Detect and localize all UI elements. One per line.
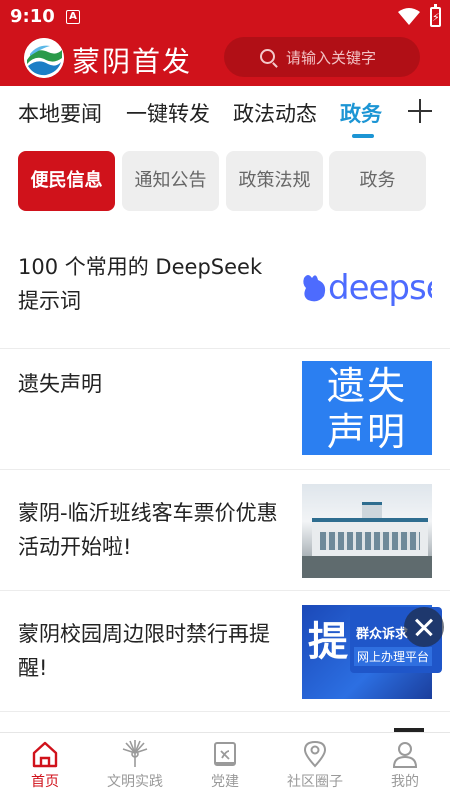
wifi-icon (398, 8, 420, 25)
news-thumbnail (302, 484, 432, 578)
app-title: 蒙阴首发 (72, 45, 193, 78)
nav-label: 党建 (211, 774, 239, 790)
status-bar: 9:10 A ⚡ (0, 0, 450, 34)
nav-party-building[interactable]: 党建 (180, 733, 270, 797)
floating-ad-line1: 群众诉求 (356, 627, 409, 642)
list-item[interactable]: 蒙阴-临沂班线客车票价优惠活动开始啦! (0, 470, 450, 591)
nav-civilization-practice[interactable]: 文明实践 (90, 733, 180, 797)
close-icon[interactable] (404, 607, 444, 647)
list-item[interactable]: 遗失声明 遗失 声明 (0, 349, 450, 470)
tab-government-affairs[interactable]: 政务 (340, 98, 382, 128)
whale-icon (303, 275, 326, 302)
news-title: 遗失声明 (18, 372, 102, 396)
nav-label: 首页 (31, 774, 59, 790)
location-pin-icon (303, 740, 327, 768)
user-icon (392, 742, 418, 768)
app-header: 9:10 A ⚡ 蒙阴首发 请输入关键字 (0, 0, 450, 86)
news-thumbnail: deepse (302, 240, 432, 334)
subtab-notices[interactable]: 通知公告 (122, 151, 219, 211)
tab-legal-news[interactable]: 政法动态 (233, 98, 317, 128)
nav-community[interactable]: 社区圈子 (270, 733, 360, 797)
news-title: 蒙阴校园周边限时禁行再提醒! (18, 622, 270, 680)
news-title: 100 个常用的 DeepSeek 提示词 (18, 255, 263, 313)
home-icon (32, 741, 58, 768)
nav-mine[interactable]: 我的 (360, 733, 450, 797)
status-time: 9:10 (10, 6, 55, 27)
peacock-icon (122, 740, 148, 767)
thumbnail-text: 声明 (326, 410, 407, 454)
bottom-nav: 首页 文明实践 党建 社区圈子 我的 (0, 732, 450, 797)
subtab-policies[interactable]: 政策法规 (226, 151, 323, 211)
nav-label: 我的 (391, 774, 419, 790)
battery-icon: ⚡ (430, 4, 441, 27)
channel-tabs: 本地要闻 一键转发 政法动态 政务 (0, 86, 450, 142)
subtab-convenience-info[interactable]: 便民信息 (18, 151, 115, 211)
party-book-icon (214, 742, 236, 766)
notification-icon: A (66, 10, 80, 24)
search-icon (260, 49, 275, 64)
nav-label: 文明实践 (107, 774, 163, 790)
thumbnail-text: 提 (308, 619, 348, 665)
news-title: 蒙阴-临沂班线客车票价优惠活动开始啦! (18, 501, 278, 559)
search-input[interactable]: 请输入关键字 (224, 37, 420, 77)
news-thumbnail: 遗失 声明 (302, 361, 432, 455)
nav-label: 社区圈子 (287, 774, 343, 790)
subtab-government[interactable]: 政务 (329, 151, 426, 211)
tab-local-news[interactable]: 本地要闻 (18, 98, 102, 128)
list-item[interactable]: 100 个常用的 DeepSeek 提示词 deepse (0, 228, 450, 349)
app-logo (24, 38, 64, 78)
plus-icon[interactable] (408, 98, 434, 124)
search-placeholder: 请输入关键字 (286, 49, 377, 67)
tab-one-click-share[interactable]: 一键转发 (126, 98, 210, 128)
floating-ad-line2: 网上办理平台 (354, 647, 433, 666)
thumbnail-text: 遗失 (326, 364, 407, 408)
active-tab-indicator (352, 134, 374, 138)
thumbnail-text: deepse (328, 268, 432, 308)
nav-home[interactable]: 首页 (0, 733, 90, 797)
